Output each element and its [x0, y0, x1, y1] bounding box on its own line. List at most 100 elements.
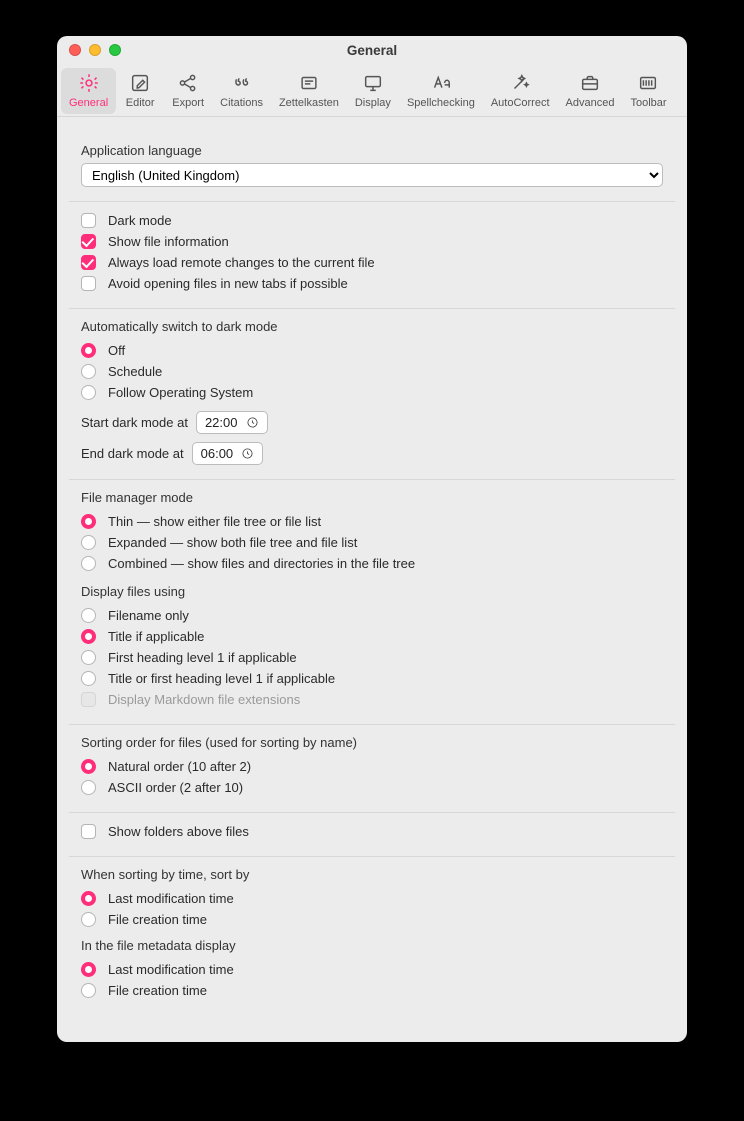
tab-export[interactable]: Export: [164, 68, 212, 114]
tab-label: Advanced: [566, 97, 615, 109]
edit-icon: [128, 72, 152, 94]
load-remote-checkbox[interactable]: [81, 255, 96, 270]
sort-heading: Sorting order for files (used for sortin…: [81, 735, 663, 750]
show-file-info-label: Show file information: [108, 234, 229, 249]
fmm-heading: File manager mode: [81, 490, 663, 505]
fmm-combined-radio[interactable]: [81, 556, 96, 571]
tab-citations[interactable]: Citations: [212, 68, 271, 114]
metadisplay-heading: In the file metadata display: [81, 938, 663, 953]
tab-label: General: [69, 97, 108, 109]
prefs-content: Application language English (United Kin…: [57, 117, 687, 1037]
end-dark-value: 06:00: [201, 446, 234, 461]
load-remote-label: Always load remote changes to the curren…: [108, 255, 375, 270]
fmm-thin-label: Thin — show either file tree or file lis…: [108, 514, 321, 529]
end-dark-time-input[interactable]: 06:00: [192, 442, 264, 465]
tab-label: Editor: [126, 97, 155, 109]
tab-label: Toolbar: [630, 97, 666, 109]
sort-natural-radio[interactable]: [81, 759, 96, 774]
sort-ascii-label: ASCII order (2 after 10): [108, 780, 243, 795]
clock-icon: [241, 447, 254, 460]
tab-label: Zettelkasten: [279, 97, 339, 109]
share-icon: [176, 72, 200, 94]
zoom-window-button[interactable]: [109, 44, 121, 56]
timesort-mod-label: Last modification time: [108, 891, 234, 906]
dark-mode-label: Dark mode: [108, 213, 172, 228]
metadisplay-creat-label: File creation time: [108, 983, 207, 998]
prefs-toolbar: General Editor Export Citations Zettelka…: [57, 64, 687, 117]
tab-label: Spellchecking: [407, 97, 475, 109]
sort-natural-label: Natural order (10 after 2): [108, 759, 251, 774]
tab-autocorrect[interactable]: AutoCorrect: [483, 68, 558, 114]
dfu-title-radio[interactable]: [81, 629, 96, 644]
folders-above-label: Show folders above files: [108, 824, 249, 839]
tab-label: Export: [172, 97, 204, 109]
dfu-title-label: Title if applicable: [108, 629, 204, 644]
folders-above-checkbox[interactable]: [81, 824, 96, 839]
timesort-heading: When sorting by time, sort by: [81, 867, 663, 882]
start-dark-value: 22:00: [205, 415, 238, 430]
autodark-follow-label: Follow Operating System: [108, 385, 253, 400]
section-auto-dark: Automatically switch to dark mode Off Sc…: [69, 308, 675, 479]
application-language-label: Application language: [81, 143, 663, 158]
dfu-filename-label: Filename only: [108, 608, 189, 623]
end-dark-label: End dark mode at: [81, 446, 184, 461]
tab-label: Citations: [220, 97, 263, 109]
tab-advanced[interactable]: Advanced: [558, 68, 623, 114]
fmm-combined-label: Combined — show files and directories in…: [108, 556, 415, 571]
dfu-h1-radio[interactable]: [81, 650, 96, 665]
tab-general[interactable]: General: [61, 68, 116, 114]
metadisplay-mod-label: Last modification time: [108, 962, 234, 977]
metadisplay-creat-radio[interactable]: [81, 983, 96, 998]
application-language-select[interactable]: English (United Kingdom): [81, 163, 663, 187]
dark-mode-checkbox[interactable]: [81, 213, 96, 228]
autodark-off-radio[interactable]: [81, 343, 96, 358]
dfu-titleh1-radio[interactable]: [81, 671, 96, 686]
md-ext-label: Display Markdown file extensions: [108, 692, 300, 707]
tab-display[interactable]: Display: [347, 68, 399, 114]
fmm-expanded-radio[interactable]: [81, 535, 96, 550]
autodark-schedule-label: Schedule: [108, 364, 162, 379]
timesort-creat-radio[interactable]: [81, 912, 96, 927]
titlebar: General: [57, 36, 687, 64]
dfu-titleh1-label: Title or first heading level 1 if applic…: [108, 671, 335, 686]
section-timesort: When sorting by time, sort by Last modif…: [69, 856, 675, 1015]
autodark-follow-radio[interactable]: [81, 385, 96, 400]
md-ext-checkbox: [81, 692, 96, 707]
dfu-heading: Display files using: [81, 584, 663, 599]
timesort-mod-radio[interactable]: [81, 891, 96, 906]
wand-icon: [508, 72, 532, 94]
sort-ascii-radio[interactable]: [81, 780, 96, 795]
autodark-schedule-radio[interactable]: [81, 364, 96, 379]
tab-editor[interactable]: Editor: [116, 68, 164, 114]
tab-label: AutoCorrect: [491, 97, 550, 109]
tab-toolbar[interactable]: Toolbar: [622, 68, 674, 114]
quote-icon: [230, 72, 254, 94]
fmm-expanded-label: Expanded — show both file tree and file …: [108, 535, 357, 550]
dfu-h1-label: First heading level 1 if applicable: [108, 650, 297, 665]
monitor-icon: [361, 72, 385, 94]
section-file-manager: File manager mode Thin — show either fil…: [69, 479, 675, 724]
fmm-thin-radio[interactable]: [81, 514, 96, 529]
tab-spellchecking[interactable]: Spellchecking: [399, 68, 483, 114]
briefcase-icon: [578, 72, 602, 94]
tab-label: Display: [355, 97, 391, 109]
auto-dark-heading: Automatically switch to dark mode: [81, 319, 663, 334]
note-icon: [297, 72, 321, 94]
metadisplay-mod-radio[interactable]: [81, 962, 96, 977]
show-file-info-checkbox[interactable]: [81, 234, 96, 249]
avoid-new-tabs-checkbox[interactable]: [81, 276, 96, 291]
section-folders-above: Show folders above files: [69, 812, 675, 856]
start-dark-time-input[interactable]: 22:00: [196, 411, 268, 434]
clock-icon: [246, 416, 259, 429]
avoid-new-tabs-label: Avoid opening files in new tabs if possi…: [108, 276, 348, 291]
timesort-creat-label: File creation time: [108, 912, 207, 927]
gear-icon: [77, 72, 101, 94]
tab-zettelkasten[interactable]: Zettelkasten: [271, 68, 347, 114]
preferences-window: General General Editor Export Citations …: [57, 36, 687, 1042]
minimize-window-button[interactable]: [89, 44, 101, 56]
text-icon: [429, 72, 453, 94]
close-window-button[interactable]: [69, 44, 81, 56]
start-dark-label: Start dark mode at: [81, 415, 188, 430]
dfu-filename-radio[interactable]: [81, 608, 96, 623]
traffic-lights: [69, 44, 121, 56]
